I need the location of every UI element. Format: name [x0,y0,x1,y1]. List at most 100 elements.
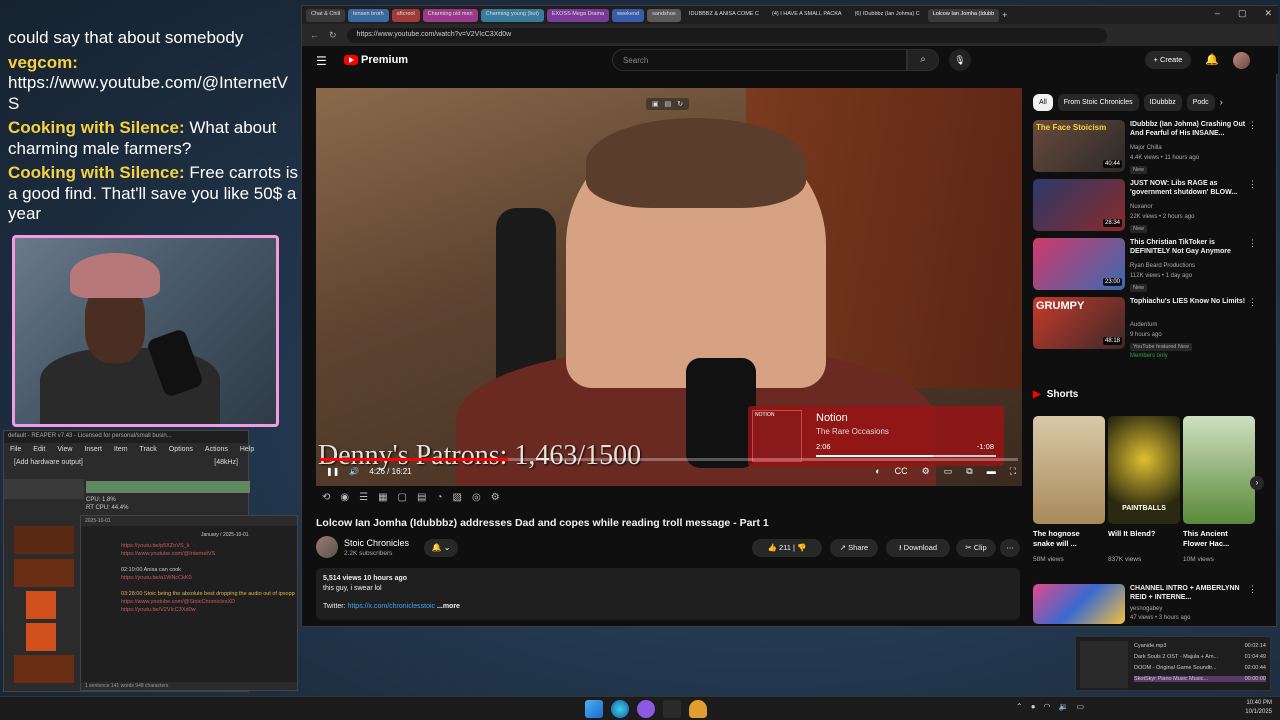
playlist-item[interactable]: Dark Souls 2 OST - Majula + Am... 01:04:4… [1134,654,1266,660]
create-button[interactable]: + Create [1145,51,1191,69]
notes-window[interactable]: 2025-10-01 January / 2025-10-01 https://… [80,515,298,691]
new-tab-button[interactable]: + [1002,10,1007,20]
clip-button[interactable]: ✂ Clip [956,539,996,557]
gear-icon[interactable]: ⚙ [491,492,500,503]
captions-icon[interactable]: CC [895,466,908,477]
tab-item[interactable]: EXOSS Mega Drama [546,8,610,22]
recommended-video[interactable]: CHANNEL INTRO + AMBERLYNN REID + INTERNE… [1033,584,1263,624]
subscribed-bell-button[interactable]: 🔔 ⌄ [424,539,458,557]
image-icon[interactable]: ▧ [453,492,462,503]
more-icon[interactable]: ⋮ [1248,584,1257,595]
channel-name[interactable]: Stoic Chronicles [344,538,409,548]
video-title[interactable]: IDubbbz (Ian Johma) Crashing Out And Fea… [1130,120,1248,138]
tab-item[interactable]: Charming old men [422,8,478,22]
channel-name[interactable]: Major Chilla [1130,145,1162,151]
theater-icon[interactable]: ▬ [987,466,996,477]
more-icon[interactable]: ⋮ [1248,120,1257,131]
short-title[interactable]: This Ancient Flower Hac... [1183,529,1247,549]
miniplayer-icon[interactable]: ▭ [944,466,953,477]
menu-track[interactable]: Track [140,446,157,454]
menu-insert[interactable]: Insert [84,446,102,454]
video-player[interactable]: ▣ ▤ ↻ Denny's Patrons: 1,463/1500 NOTION N… [316,88,1022,486]
channel-name[interactable]: Audentum [1130,322,1157,328]
menu-file[interactable]: File [10,446,21,454]
channel-avatar[interactable] [316,536,338,558]
notifications-icon[interactable]: 🔔 [1205,53,1219,66]
video-description[interactable]: 5,514 views 10 hours ago this guy, i swe… [316,568,1020,620]
tab-item-active[interactable]: Lolcow Ian Jomha (Idubb [927,8,1000,22]
tab-item[interactable]: IDUBBBZ & ANISA COME C [684,9,764,22]
video-title[interactable]: CHANNEL INTRO + AMBERLYNN REID + INTERNE… [1130,584,1248,602]
short-thumbnail[interactable]: PAINTBALLS [1108,416,1180,524]
tray-icon[interactable]: ● [1031,702,1036,711]
menu-view[interactable]: View [57,446,72,454]
menu-options[interactable]: Options [169,446,193,454]
menu-help[interactable]: Help [240,446,254,454]
reaper-titlebar[interactable]: default - REAPER v7.43 - Licensed for pe… [4,431,248,443]
track-item[interactable] [14,559,74,587]
film-icon[interactable]: ▦ [378,492,387,503]
frame-icon[interactable]: ▢ [398,492,407,503]
volume-icon[interactable]: 🔉 [1059,702,1069,711]
audio-icon[interactable]: ◉ [340,492,349,503]
short-thumbnail[interactable] [1033,416,1105,524]
channel-name[interactable]: Nuxanor [1130,204,1153,210]
search-input[interactable]: Search [612,49,907,71]
tab-item[interactable]: (6) IDubbbz (Ian Johma) C [850,9,925,22]
settings-icon[interactable]: ⚙ [922,466,930,477]
close-icon[interactable]: ✕ [1264,8,1272,19]
menu-icon[interactable]: ☰ [316,54,327,68]
chip-idubbbz[interactable]: IDubbbz [1143,94,1182,111]
tab-item[interactable]: aftcreol [391,8,420,22]
menu-item[interactable]: Item [114,446,128,454]
short-thumbnail[interactable] [1183,416,1255,524]
tab-item[interactable]: Charming young (but) [480,8,544,22]
chevron-right-icon[interactable]: › [1250,476,1264,490]
back-icon[interactable]: ← [310,30,319,40]
share-button[interactable]: ↗ Share [830,539,878,557]
track-item[interactable] [26,623,56,651]
loop-icon[interactable]: ⟲ [322,492,330,503]
short-title[interactable]: Will It Blend? [1108,529,1172,539]
like-dislike-button[interactable]: 👍 211 | 👎 [752,539,822,557]
chip-all[interactable]: All [1033,94,1053,111]
recommended-video[interactable]: The Face Stoicism 40:44 IDubbbz (Ian Joh… [1033,120,1263,176]
tab-item[interactable]: Chat & Chill [306,8,346,22]
chevron-right-icon[interactable]: › [1220,94,1223,112]
clock[interactable]: 10:40 PM 10/1/2025 [1245,699,1272,717]
more-icon[interactable]: ⋯ [1000,539,1020,557]
pause-icon[interactable]: ❚❚ [326,467,339,476]
playlist-item[interactable]: SkotSkyr Piano Music Music... 00:00:00 [1134,676,1266,682]
camera-icon[interactable]: ◎ [472,492,481,503]
tab-item[interactable]: weekend [612,8,645,22]
chip-podcasts[interactable]: Podc [1186,94,1215,111]
reload-icon[interactable]: ↻ [329,30,337,41]
screenshot-icon[interactable]: ▣ [652,100,659,108]
hardware-output[interactable]: [Add hardware output] [48kHz] [4,457,248,468]
autoplay-toggle[interactable]: ◐ [875,466,880,477]
youtube-logo[interactable]: Premium [344,54,408,66]
app-icon[interactable] [637,700,655,718]
minimize-icon[interactable]: – [1215,8,1220,19]
maximize-icon[interactable]: ▢ [1238,8,1247,19]
battery-icon[interactable]: ▭ [1077,702,1085,711]
short-item[interactable]: The hognose snake will ... 58M views [1033,416,1105,576]
chip-from-channel[interactable]: From Stoic Chronicles [1057,94,1139,111]
twitter-link[interactable]: https://x.com/chroniclesstoic [348,603,436,610]
loop-icon[interactable]: ↻ [677,100,683,108]
track-item[interactable] [14,655,74,683]
edge-icon[interactable] [611,700,629,718]
video-title[interactable]: This Christian TikToker is DEFINITELY No… [1130,238,1248,256]
video-title[interactable]: Tophiachu's LIES Know No Limits! [1130,297,1248,306]
download-button[interactable]: ⭳ Download [886,539,950,557]
windows-start-icon[interactable] [585,700,603,718]
video-title[interactable]: JUST NOW: Libs RAGE as 'government shutd… [1130,179,1248,197]
tab-item[interactable]: sandshoe [647,8,681,22]
recommended-video[interactable]: 23:00 This Christian TikToker is DEFINIT… [1033,238,1263,294]
clip-icon[interactable]: ▤ [665,100,672,108]
pip-icon[interactable]: ⧉ [966,466,972,477]
recommended-video[interactable]: 28:34 JUST NOW: Libs RAGE as 'government… [1033,179,1263,235]
avatar[interactable] [1233,52,1250,69]
more-icon[interactable]: ⋮ [1248,238,1257,249]
video-thumbnail[interactable] [1033,584,1125,624]
